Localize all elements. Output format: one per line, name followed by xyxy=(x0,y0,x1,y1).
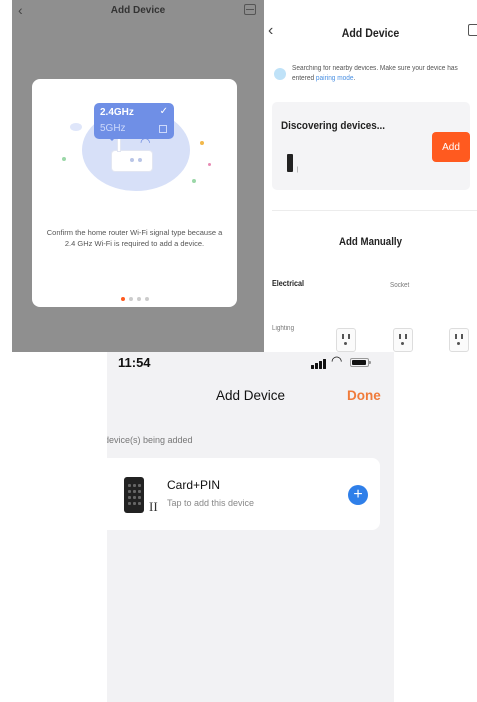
page-title: Add Device xyxy=(110,5,166,16)
cloud-decoration xyxy=(70,123,82,131)
band-24ghz-label: 2.4GHz xyxy=(100,107,134,118)
top-bar: ‹ Add Device xyxy=(12,0,264,22)
add-button[interactable]: Add xyxy=(432,132,470,162)
band-5ghz-label: 5GHz xyxy=(100,123,126,134)
wifi-tip-message: Confirm the home router Wi-Fi signal typ… xyxy=(46,228,223,248)
sparkle-decoration xyxy=(208,163,211,166)
category-electrical[interactable]: Electrical xyxy=(272,279,304,288)
section-label: device(s) being added xyxy=(107,435,193,445)
page-dot xyxy=(136,297,141,301)
device-subtitle: Tap to add this device xyxy=(167,498,255,508)
scan-icon[interactable] xyxy=(244,4,256,15)
category-lighting[interactable]: Lighting xyxy=(272,325,294,332)
socket-icon[interactable] xyxy=(449,328,469,352)
wifi-tip-card: ◠ 2.4GHz ✓ 5GHz Confirm the home router … xyxy=(32,79,237,307)
add-device-plus-button[interactable]: + xyxy=(348,485,368,505)
page-title: Add Device xyxy=(341,26,400,40)
back-chevron-icon[interactable]: ‹ xyxy=(268,22,273,40)
discover-screen: ‹ Add Device Searching for nearby device… xyxy=(264,0,477,352)
radar-icon xyxy=(274,68,286,80)
page-dot-active xyxy=(120,297,125,301)
check-icon: ✓ xyxy=(159,106,168,117)
discovered-device-icon xyxy=(287,154,293,172)
router-icon xyxy=(112,137,152,171)
pairing-mode-link[interactable]: pairing mode xyxy=(316,75,354,82)
divider xyxy=(272,210,477,211)
scan-icon[interactable] xyxy=(468,24,477,36)
discovering-label: Discovering devices... xyxy=(281,120,386,132)
search-note-end: . xyxy=(353,75,356,82)
add-manually-title: Add Manually xyxy=(339,236,402,248)
signal-icon xyxy=(311,359,327,369)
category-socket[interactable]: Socket xyxy=(390,282,409,289)
discovering-card: Discovering devices... │ Add xyxy=(272,102,470,190)
battery-icon xyxy=(350,358,371,367)
device-mark: │ xyxy=(296,167,300,173)
status-bar: 11:54 ◠ xyxy=(107,352,394,382)
wifi-tip-screen: ‹ Add Device ◠ 2.4GHz ✓ 5GHz Confirm the… xyxy=(12,0,264,352)
device-badge: II xyxy=(149,499,158,514)
status-time: 11:54 xyxy=(118,355,151,370)
done-button[interactable]: Done xyxy=(347,388,381,403)
keypad-icon xyxy=(124,477,144,513)
page-dot xyxy=(128,297,133,301)
search-note: Searching for nearby devices. Make sure … xyxy=(292,64,461,84)
wifi-icon: ◠ xyxy=(331,353,343,368)
page-dot xyxy=(144,297,149,301)
sparkle-decoration xyxy=(200,141,204,145)
ios-add-device-screen: 11:54 ◠ Add Device Done device(s) being … xyxy=(107,352,394,702)
socket-icon[interactable] xyxy=(393,328,413,352)
band-popup: 2.4GHz ✓ 5GHz xyxy=(94,103,174,141)
socket-icon[interactable] xyxy=(336,328,356,352)
unchecked-box-icon xyxy=(159,125,167,133)
page-indicator xyxy=(32,288,237,306)
device-row[interactable]: II Card+PIN Tap to add this device + xyxy=(107,458,380,530)
sparkle-decoration xyxy=(62,157,66,161)
device-name: Card+PIN xyxy=(167,478,221,492)
sparkle-decoration xyxy=(192,179,196,183)
